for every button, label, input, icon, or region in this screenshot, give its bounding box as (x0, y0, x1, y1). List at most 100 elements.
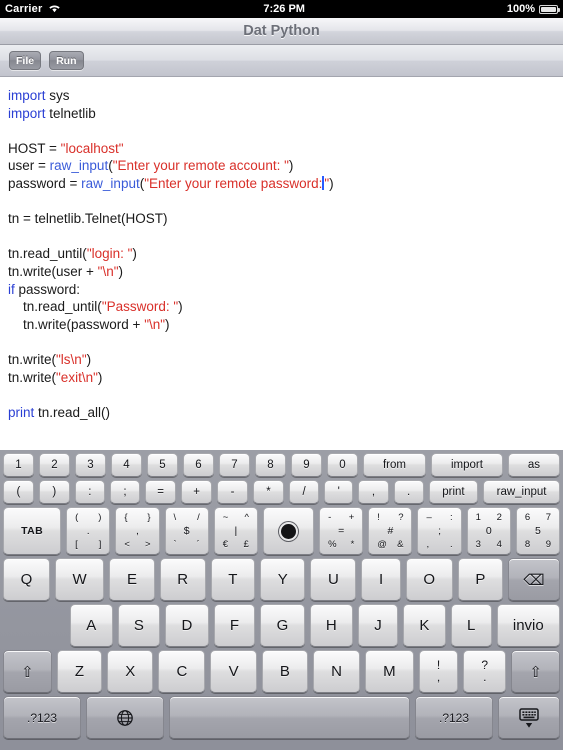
keyboard-row-zxcv[interactable]: ⇧ Z X C V B N M!,?. ⇧ (3, 650, 560, 693)
key-letter-k[interactable]: K (403, 604, 446, 647)
backspace-key[interactable]: ⌫ (507, 558, 560, 601)
key-sym-sym[interactable]: ) (38, 480, 70, 504)
on-screen-keyboard[interactable]: 1 2 3 4 5 6 7 8 9 0 from import as ():; = + - * / ',. print… (0, 450, 563, 750)
key-sym-sym[interactable]: ' (324, 480, 354, 504)
key-num-5[interactable]: 5 (147, 453, 178, 477)
shift-key-right[interactable]: ⇧ (511, 650, 560, 693)
key-letter-g[interactable]: G (260, 604, 305, 647)
key-letter-u[interactable]: U (310, 558, 357, 601)
key-sym-sym[interactable]: + (181, 480, 213, 504)
key-letter-p[interactable]: P (457, 558, 503, 601)
code-token: ) (178, 299, 183, 315)
key-letter-y[interactable]: Y (260, 558, 306, 601)
key-sym-sym[interactable]: ( (3, 480, 34, 504)
code-token: password: (14, 281, 81, 297)
key-letter-h[interactable]: H (309, 604, 353, 647)
key-sym-sym[interactable]: - (217, 480, 248, 504)
numeric-switch-right[interactable]: .?123 (415, 696, 493, 739)
keyboard-row-asdf[interactable]: A S D F G H J K Linvio (3, 604, 561, 647)
enter-key[interactable]: invio (496, 604, 561, 647)
key-sym-sym[interactable]: * (252, 480, 284, 504)
key-sym-sym[interactable]: / (288, 480, 320, 504)
key-letter-s[interactable]: S (117, 604, 161, 647)
accessory-row-symbols[interactable]: ():; = + - * / ',. print raw_input (3, 480, 560, 504)
code-token: import (8, 88, 50, 103)
code-text[interactable]: import sys import telnetlib HOST = "local… (8, 87, 555, 421)
key-num-1[interactable]: 1 (3, 453, 34, 477)
numeric-switch-left[interactable]: .?123 (3, 696, 81, 739)
key-letter-r[interactable]: R (159, 558, 206, 601)
key-question-period[interactable]: ?. (463, 650, 507, 693)
file-button[interactable]: File (9, 51, 42, 70)
key-numpad-high[interactable]: 6 758 9 (515, 507, 561, 555)
key-letter-n[interactable]: N (312, 650, 361, 693)
clock-label: 7:26 PM (263, 3, 305, 15)
key-letter-z[interactable]: Z (56, 650, 103, 693)
code-line: import sys (8, 87, 555, 105)
glyph-center: # (387, 524, 394, 537)
accessory-row-numbers[interactable]: 1 2 3 4 5 6 7 8 9 0 from import as (3, 453, 561, 477)
run-button[interactable]: Run (49, 51, 84, 70)
key-letter-q[interactable]: Q (3, 558, 50, 601)
key-num-6[interactable]: 6 (183, 453, 214, 477)
key-num-8[interactable]: 8 (255, 453, 286, 477)
key-letter-j[interactable]: J (358, 604, 399, 647)
globe-key[interactable] (86, 696, 164, 739)
glyph-top-left: \ (173, 512, 177, 523)
key-numpad-low[interactable]: 1 203 4 (466, 507, 511, 555)
key-num-0[interactable]: 0 (327, 453, 358, 477)
code-editor[interactable]: import sys import telnetlib HOST = "local… (0, 77, 563, 450)
key-letter-v[interactable]: V (210, 650, 257, 693)
symbol-row[interactable]: TAB (). [] {}, < > \ / $ ` ´ ~ ^ | € £ - + =% *!? # @ & –:;,. 1 2… (2, 507, 561, 555)
key-letter-e[interactable]: E (109, 558, 155, 601)
key-num-9[interactable]: 9 (291, 453, 322, 477)
key-letter-w[interactable]: W (54, 558, 105, 601)
key-letter-d[interactable]: D (165, 604, 209, 647)
glyph-bottom-right: ] (98, 538, 102, 550)
key-dash-colon[interactable]: –:;,. (417, 507, 462, 555)
key-sym-sym[interactable]: . (393, 480, 424, 504)
key-math[interactable]: - + =% * (319, 507, 364, 555)
key-letter-i[interactable]: I (361, 558, 401, 601)
space-key[interactable] (169, 696, 410, 739)
keyboard-row-qwerty[interactable]: Q W E R T Y U I O P ⌫ (3, 558, 560, 601)
key-letter-o[interactable]: O (405, 558, 453, 601)
keyboard-row-bottom[interactable]: .?123 .?123 (3, 696, 560, 739)
key-num-2[interactable]: 2 (39, 453, 70, 477)
key-num-4[interactable]: 4 (111, 453, 142, 477)
key-slash-dollar[interactable]: \ / $ ` ´ (164, 507, 209, 555)
key-word-from[interactable]: from (363, 453, 426, 477)
key-currency[interactable]: ~ ^ | € £ (213, 507, 258, 555)
key-word-as[interactable]: as (507, 453, 561, 477)
code-token: ) (329, 175, 334, 191)
key-letter-a[interactable]: A (69, 604, 113, 647)
key-letter-l[interactable]: L (450, 604, 492, 647)
key-angle-comma[interactable]: {}, < > (115, 507, 160, 555)
key-num-3[interactable]: 3 (75, 453, 106, 477)
key-letter-c[interactable]: C (158, 650, 206, 693)
code-token: tn.read_until( (8, 299, 102, 315)
key-num-7[interactable]: 7 (219, 453, 250, 477)
key-sym-sym[interactable]: , (358, 480, 389, 504)
shift-key-left[interactable]: ⇧ (3, 650, 52, 693)
key-sym-sym[interactable]: : (74, 480, 105, 504)
key-exclamation-comma[interactable]: !, (418, 650, 459, 693)
key-brace-dot[interactable]: (). [] (66, 507, 111, 555)
shift-arrow-icon: ⇧ (529, 663, 542, 681)
key-letter-x[interactable]: X (107, 650, 154, 693)
key-word-raw-input[interactable]: raw_input (483, 480, 560, 504)
key-letter-f[interactable]: F (213, 604, 256, 647)
hide-keyboard-key[interactable] (498, 696, 560, 739)
key-letter-b[interactable]: B (261, 650, 308, 693)
key-tab[interactable]: TAB (2, 507, 62, 555)
key-record-dot[interactable] (262, 507, 315, 555)
key-letter-m[interactable]: M (365, 650, 414, 693)
glyph-bottom-left: % (328, 538, 337, 550)
key-word-print[interactable]: print (428, 480, 479, 504)
key-sym-sym[interactable]: ; (109, 480, 141, 504)
key-punct[interactable]: !? # @ & (368, 507, 413, 555)
glyph-bottom-right: 4 (496, 538, 502, 550)
key-letter-t[interactable]: T (210, 558, 256, 601)
key-word-import[interactable]: import (430, 453, 503, 477)
key-sym-sym[interactable]: = (145, 480, 177, 504)
